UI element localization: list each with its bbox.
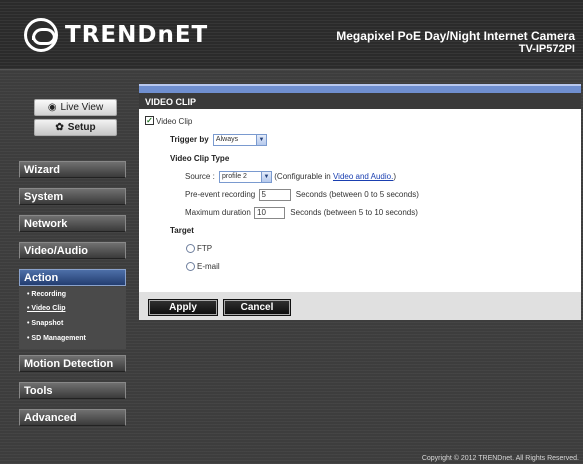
panel-top-bar	[139, 84, 581, 93]
product-info: Megapixel PoE Day/Night Internet Camera …	[336, 30, 575, 56]
pre-event-label: Pre-event recording	[185, 190, 256, 200]
source-value: profile 2	[222, 173, 247, 180]
action-submenu: • Recording • Video Clip • Snapshot • SD…	[19, 287, 126, 349]
video-audio-link[interactable]: Video and Audio.	[333, 172, 393, 181]
chevron-down-icon: ▼	[261, 172, 272, 182]
menu-video-audio[interactable]: Video/Audio	[19, 242, 126, 259]
max-duration-input[interactable]: 10	[254, 207, 286, 219]
configurable-prefix: (Configurable in	[274, 172, 333, 182]
menu-network[interactable]: Network	[19, 215, 126, 232]
max-duration-label: Maximum duration	[185, 208, 251, 218]
ftp-label: FTP	[197, 244, 213, 253]
chevron-down-icon: ▼	[255, 135, 266, 145]
video-clip-panel: VIDEO CLIP ✓ Video Clip Trigger by Alway…	[139, 93, 581, 292]
email-radio[interactable]	[186, 262, 195, 272]
ftp-radio[interactable]	[186, 244, 195, 254]
trigger-label: Trigger by	[170, 135, 209, 145]
pre-event-row: Pre-event recording 5 Seconds (between 0…	[185, 189, 419, 201]
eye-icon: ◉	[47, 102, 57, 113]
video-clip-checkbox[interactable]: ✓	[145, 116, 154, 125]
menu-motion-detection[interactable]: Motion Detection	[19, 355, 126, 372]
trigger-select[interactable]: Always ▼	[212, 134, 267, 146]
live-view-label: Live View	[60, 102, 104, 113]
live-view-button[interactable]: ◉ Live View	[34, 99, 117, 116]
setup-label: Setup	[67, 122, 96, 133]
apply-button[interactable]: Apply	[148, 299, 218, 316]
panel-title: VIDEO CLIP	[139, 93, 581, 109]
brand-name: TRENDnET	[65, 22, 209, 48]
target-ftp-row: FTP	[186, 244, 213, 254]
configurable-suffix: )	[393, 172, 396, 182]
menu-wizard[interactable]: Wizard	[19, 161, 126, 178]
source-row: Source : profile 2 ▼ (Configurable in Vi…	[185, 171, 396, 183]
max-duration-row: Maximum duration 10 Seconds (between 5 t…	[185, 207, 418, 219]
max-duration-hint: Seconds (between 5 to 10 seconds)	[290, 208, 418, 218]
product-model: TV-IP572PI	[518, 43, 575, 55]
submenu-sd-management[interactable]: • SD Management	[27, 335, 86, 342]
target-email-row: E-mail	[186, 262, 220, 272]
product-name: Megapixel PoE Day/Night Internet Camera	[336, 29, 575, 43]
submenu-video-clip[interactable]: • Video Clip	[27, 305, 66, 312]
pre-event-input[interactable]: 5	[258, 189, 291, 201]
pre-event-hint: Seconds (between 0 to 5 seconds)	[295, 190, 419, 200]
setup-button[interactable]: ✿ Setup	[34, 119, 117, 136]
source-label: Source :	[185, 172, 215, 182]
submenu-recording[interactable]: • Recording	[27, 291, 66, 298]
menu-action[interactable]: Action	[19, 269, 126, 286]
video-clip-type-heading: Video Clip Type	[170, 154, 230, 163]
submenu-snapshot[interactable]: • Snapshot	[27, 320, 63, 327]
trendnet-logo: TRENDnET	[24, 18, 208, 52]
source-select[interactable]: profile 2 ▼	[219, 171, 273, 183]
copyright-footer: Copyright © 2012 TRENDnet. All Rights Re…	[421, 455, 579, 462]
video-clip-label: Video Clip	[156, 117, 193, 126]
trigger-value: Always	[215, 136, 239, 143]
trendnet-logo-icon	[24, 18, 58, 52]
gear-icon: ✿	[55, 122, 64, 133]
menu-system[interactable]: System	[19, 188, 126, 205]
menu-advanced[interactable]: Advanced	[19, 409, 126, 426]
header-banner: TRENDnET Megapixel PoE Day/Night Interne…	[0, 0, 583, 70]
target-heading: Target	[170, 226, 194, 235]
cancel-button[interactable]: Cancel	[223, 299, 291, 316]
menu-tools[interactable]: Tools	[19, 382, 126, 399]
email-label: E-mail	[197, 262, 220, 271]
trigger-row: Trigger by Always ▼	[170, 134, 267, 146]
